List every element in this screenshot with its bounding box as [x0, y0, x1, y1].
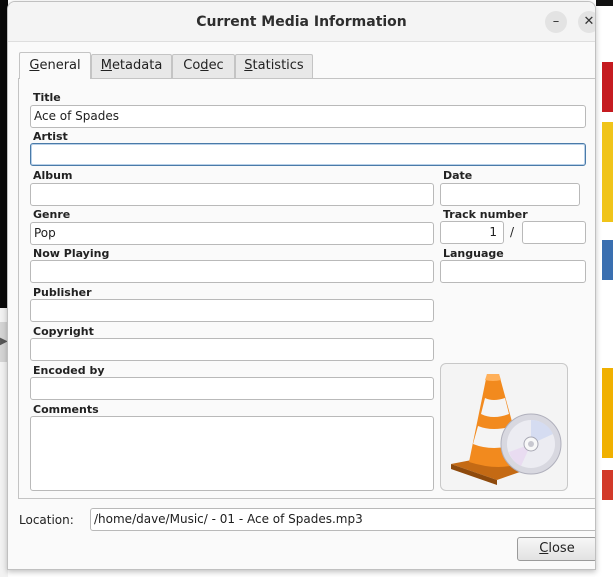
- minimize-icon: –: [552, 14, 560, 29]
- media-information-dialog: Current Media Information – ✕ General Me…: [7, 1, 596, 570]
- copyright-label: Copyright: [33, 325, 94, 338]
- background-thumbnail: [602, 240, 613, 280]
- genre-label: Genre: [33, 208, 71, 221]
- track-separator: /: [510, 225, 515, 239]
- album-label: Album: [33, 169, 73, 182]
- track-number-field[interactable]: 1: [440, 221, 504, 244]
- comments-field[interactable]: [30, 416, 434, 491]
- vlc-cone-disc-icon: [451, 374, 562, 485]
- location-label: Location:: [19, 513, 74, 527]
- track-total-field[interactable]: [522, 221, 586, 244]
- window-title: Current Media Information: [196, 14, 407, 30]
- background-thumbnail: [602, 122, 613, 222]
- now-playing-field[interactable]: [30, 260, 434, 283]
- album-field[interactable]: [30, 183, 434, 206]
- date-label: Date: [443, 169, 473, 182]
- comments-label: Comments: [33, 403, 99, 416]
- tab-statistics[interactable]: Statistics: [235, 54, 313, 78]
- now-playing-label: Now Playing: [33, 247, 110, 260]
- background-window-edge: [596, 0, 613, 6]
- track-number-label: Track number: [443, 208, 528, 221]
- minimize-button[interactable]: –: [545, 11, 567, 33]
- close-icon: ✕: [583, 14, 595, 29]
- artwork-box[interactable]: [440, 363, 568, 491]
- close-button[interactable]: Close: [517, 537, 595, 561]
- date-field[interactable]: [440, 183, 580, 206]
- tab-metadata[interactable]: Metadata: [91, 54, 172, 78]
- publisher-field[interactable]: [30, 299, 434, 322]
- language-label: Language: [443, 247, 504, 260]
- copyright-field[interactable]: [30, 338, 434, 361]
- close-window-button[interactable]: ✕: [578, 11, 595, 33]
- background-thumbnail: [602, 470, 613, 500]
- artist-field[interactable]: [30, 143, 586, 166]
- publisher-label: Publisher: [33, 286, 92, 299]
- tab-general[interactable]: General: [19, 52, 91, 79]
- titlebar: Current Media Information – ✕: [8, 2, 595, 42]
- title-field[interactable]: Ace of Spades: [30, 105, 586, 128]
- encoded-by-field[interactable]: [30, 377, 434, 400]
- title-label: Title: [33, 91, 61, 104]
- background-thumbnail: [602, 368, 613, 458]
- tab-codec[interactable]: Codec: [172, 54, 235, 78]
- encoded-by-label: Encoded by: [33, 364, 105, 377]
- genre-field[interactable]: Pop: [30, 222, 434, 245]
- background-thumbnail: [602, 62, 613, 112]
- location-field[interactable]: /home/dave/Music/ - 01 - Ace of Spades.m…: [90, 508, 595, 531]
- artist-label: Artist: [33, 130, 68, 143]
- language-field[interactable]: [440, 260, 586, 283]
